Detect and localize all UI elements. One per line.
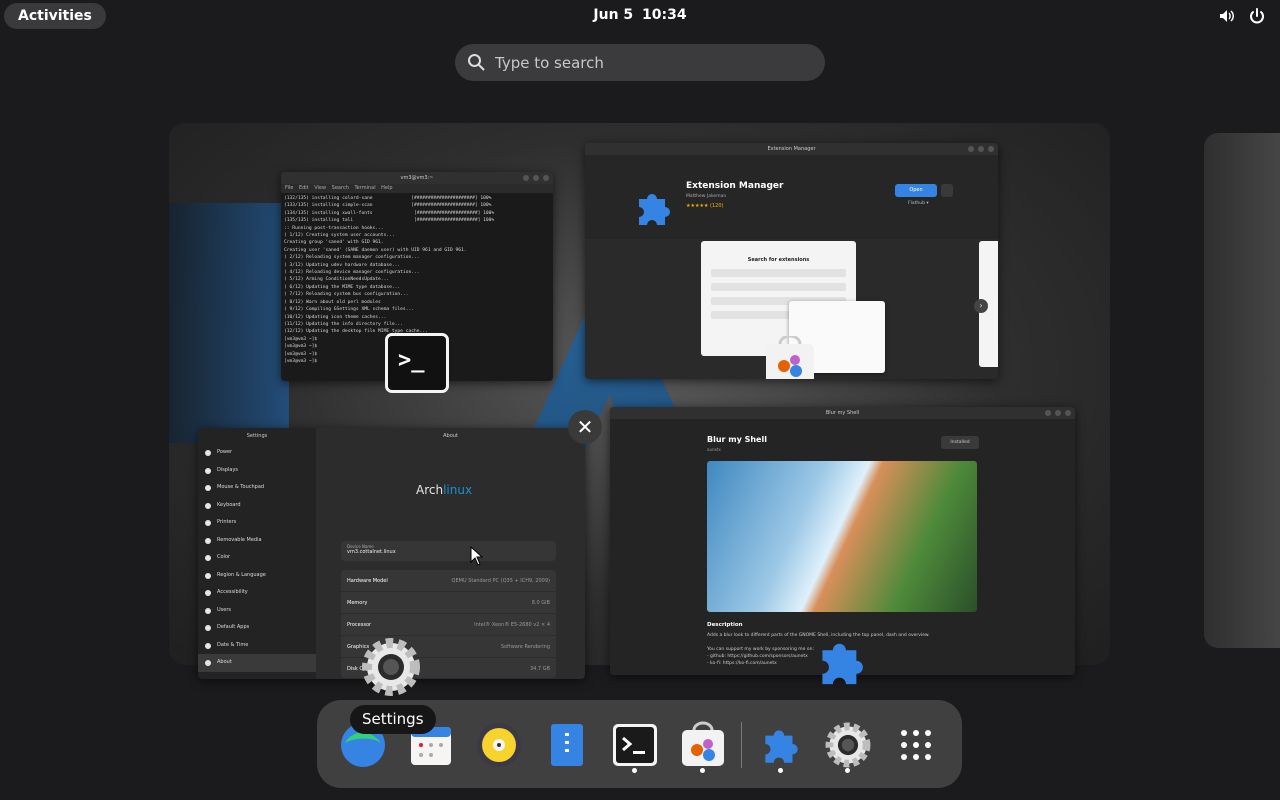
installed-button[interactable]: Installed [941, 436, 979, 449]
window-controls [968, 146, 994, 152]
settings-sidebar-title: Settings [246, 433, 268, 439]
source-selector[interactable]: Flathub ▾ [908, 201, 929, 206]
terminal-icon: >_ [385, 333, 449, 393]
arch-logo-text: Arch [416, 483, 444, 497]
sidebar-item-color[interactable]: Color [198, 549, 316, 567]
terminal-title: vm3@vm3:~ [400, 175, 434, 181]
speaker-icon[interactable] [1218, 7, 1236, 25]
settings-sidebar: Settings Power Displays Mouse & Touchpad… [198, 428, 316, 679]
sidebar-item-accessibility[interactable]: Accessibility [198, 584, 316, 602]
open-button[interactable]: Open [895, 184, 937, 197]
extension-screenshot [707, 461, 977, 612]
sidebar-item-mouse[interactable]: Mouse & Touchpad [198, 479, 316, 497]
device-name-value: vm3.cottalnet.linux [347, 549, 396, 555]
puzzle-icon [639, 194, 670, 225]
terminal-menubar: File Edit View Search Terminal Help [281, 184, 553, 193]
settings-content: About Archlinux Device Name vm3.cottalne… [316, 428, 585, 679]
extension-manager-icon[interactable] [757, 721, 805, 769]
puzzle-icon [822, 643, 863, 685]
running-indicator [700, 768, 705, 773]
sidebar-item-users[interactable]: Users [198, 602, 316, 620]
arch-logo-linux: linux [443, 483, 473, 497]
blur-my-shell-titlebar: Blur my Shell [610, 407, 1075, 419]
info-row: Hardware Model QEMU Standard PC (Q35 + IC… [341, 570, 556, 592]
rhythmbox-icon[interactable] [475, 721, 523, 769]
window-controls [1045, 410, 1071, 416]
files-icon[interactable] [543, 721, 591, 769]
system-tray[interactable] [1218, 7, 1266, 25]
search-box[interactable] [455, 44, 825, 81]
running-indicator [845, 768, 850, 773]
app-rating: ★★★★★ (120) [686, 203, 724, 209]
extension-name: Blur my Shell [707, 435, 767, 444]
close-icon[interactable]: ✕ [568, 410, 602, 444]
show-apps-icon[interactable] [892, 721, 940, 769]
gear-icon [362, 638, 420, 696]
sidebar-item-date-time[interactable]: Date & Time [198, 637, 316, 655]
software-icon[interactable] [679, 721, 727, 769]
sidebar-item-about[interactable]: About [198, 654, 316, 672]
clock-date: Jun 5 [593, 7, 634, 23]
trash-icon[interactable] [941, 184, 953, 197]
terminal-icon[interactable] [611, 721, 659, 769]
running-indicator [632, 768, 637, 773]
chevron-right-icon[interactable]: › [974, 299, 988, 313]
software-icon [766, 336, 814, 379]
device-name-label: Device Name [347, 544, 374, 549]
arch-logo: Archlinux [416, 483, 472, 497]
extension-manager-window[interactable]: Extension Manager Extension Manager Matt… [585, 143, 998, 379]
dock-tooltip: Settings [350, 705, 436, 734]
power-icon[interactable] [1248, 7, 1266, 25]
mouse-cursor-icon [470, 546, 484, 566]
search-input[interactable] [495, 44, 815, 81]
dock-separator [741, 722, 742, 768]
extension-manager-title: Extension Manager [767, 146, 816, 152]
sidebar-item-printers[interactable]: Printers [198, 514, 316, 532]
device-name-field[interactable]: Device Name vm3.cottalnet.linux [341, 541, 556, 561]
sidebar-item-removable-media[interactable]: Removable Media [198, 532, 316, 550]
sidebar-item-default-apps[interactable]: Default Apps [198, 619, 316, 637]
info-row: Memory 8.0 GiB [341, 592, 556, 614]
wallpaper-shape [169, 203, 289, 443]
top-bar: Activities Jun 5 10:34 [0, 0, 1280, 32]
screenshot-heading: Search for extensions [747, 257, 810, 263]
description-heading: Description [707, 622, 743, 628]
sidebar-item-region[interactable]: Region & Language [198, 567, 316, 585]
info-row: Processor Intel® Xeon® E5-2680 v2 × 4 [341, 614, 556, 636]
search-icon [468, 54, 485, 71]
sidebar-item-power[interactable]: Power [198, 444, 316, 462]
settings-icon[interactable] [824, 721, 872, 769]
app-author: Matthew Jakeman [686, 194, 727, 199]
terminal-titlebar: vm3@vm3:~ [281, 172, 553, 184]
sidebar-item-displays[interactable]: Displays [198, 462, 316, 480]
app-header [585, 155, 998, 239]
clock-time: 10:34 [642, 7, 687, 23]
blur-my-shell-title: Blur my Shell [825, 410, 860, 416]
next-workspace-thumbnail[interactable] [1204, 133, 1280, 648]
settings-page-title: About [443, 433, 458, 439]
window-controls [523, 175, 549, 181]
clock[interactable]: Jun 5 10:34 [0, 7, 1280, 23]
extension-manager-titlebar: Extension Manager [585, 143, 998, 155]
running-indicator [778, 768, 783, 773]
extension-author: aunetx [707, 447, 721, 452]
sidebar-item-keyboard[interactable]: Keyboard [198, 497, 316, 515]
app-name: Extension Manager [686, 181, 784, 191]
